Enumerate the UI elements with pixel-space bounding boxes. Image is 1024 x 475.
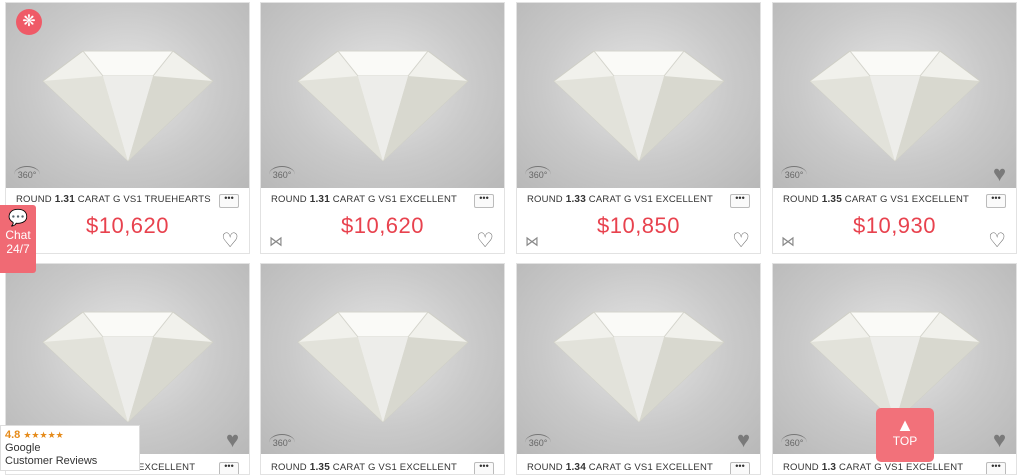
google-reviews-badge[interactable]: 4.8 ★★★★★ Google Customer Reviews <box>0 425 140 471</box>
favorite-heart-icon[interactable]: ♥ <box>226 429 239 451</box>
diamond-image[interactable] <box>261 3 504 188</box>
more-options-button[interactable]: ••• <box>219 194 239 208</box>
product-title: ROUND 1.3 CARAT G VS1 EXCELLENT <box>783 462 964 473</box>
brand-logo: ❋ <box>16 9 42 35</box>
heart-icon[interactable]: ♡ <box>476 231 494 251</box>
more-options-button[interactable]: ••• <box>219 462 239 474</box>
product-card[interactable]: 360° ROUND 1.33 CARAT G VS1 EXCELLENT ••… <box>516 2 761 254</box>
view-360-icon[interactable]: 360° <box>525 166 551 183</box>
diamond-image[interactable] <box>261 264 504 454</box>
review-rating: 4.8 <box>5 429 21 441</box>
heart-icon[interactable]: ♡ <box>988 231 1006 251</box>
product-title: ROUND 1.31 CARAT G VS1 EXCELLENT <box>271 194 458 205</box>
chat-button[interactable]: 💬 Chat 24/7 <box>0 205 36 273</box>
chat-bubble-icon: 💬 <box>8 210 28 227</box>
more-options-button[interactable]: ••• <box>474 462 494 474</box>
top-label: TOP <box>892 434 918 448</box>
diamond-graphic <box>808 50 981 162</box>
diamond-image[interactable]: ♥ <box>517 264 760 454</box>
view-360-icon[interactable]: 360° <box>269 166 295 183</box>
more-options-button[interactable]: ••• <box>730 462 750 474</box>
diamond-graphic <box>296 50 469 162</box>
more-options-button[interactable]: ••• <box>730 194 750 208</box>
product-price: $10,620 <box>340 213 425 238</box>
diamond-graphic <box>552 311 725 423</box>
heart-icon[interactable]: ♡ <box>732 231 750 251</box>
diamond-image[interactable]: ❋ <box>6 3 249 188</box>
product-title: EXCELLENT <box>138 462 196 473</box>
product-card[interactable]: 360° ROUND 1.31 CARAT G VS1 EXCELLENT ••… <box>260 2 505 254</box>
view-360-icon[interactable]: 360° <box>269 434 295 451</box>
view-360-icon[interactable]: 360° <box>525 434 551 451</box>
product-card[interactable]: ❋ 360° ROUND 1.31 CARAT G VS1 TRUEHEARTS… <box>5 2 250 254</box>
diamond-graphic <box>41 311 214 423</box>
view-360-icon[interactable]: 360° <box>14 166 40 183</box>
back-to-top-button[interactable]: ▲ TOP <box>876 408 934 462</box>
product-price: $10,620 <box>85 213 170 238</box>
product-title: ROUND 1.34 CARAT G VS1 EXCELLENT <box>527 462 714 473</box>
favorite-heart-icon[interactable]: ♥ <box>993 163 1006 185</box>
review-source: Google <box>5 442 41 454</box>
more-options-button[interactable]: ••• <box>986 462 1006 474</box>
chat-hours: 24/7 <box>6 242 30 256</box>
diamond-graphic <box>296 311 469 423</box>
product-title: ROUND 1.35 CARAT G VS1 EXCELLENT <box>783 194 970 205</box>
view-360-icon[interactable]: 360° <box>781 166 807 183</box>
diamond-graphic <box>41 50 214 162</box>
diamond-image[interactable] <box>517 3 760 188</box>
favorite-heart-icon[interactable]: ♥ <box>737 429 750 451</box>
diamond-graphic <box>552 50 725 162</box>
more-options-button[interactable]: ••• <box>986 194 1006 208</box>
diamond-image[interactable]: ♥ <box>773 3 1016 188</box>
product-card[interactable]: 360° ROUND 1.35 CARAT G VS1 EXCELLENT ••… <box>260 263 505 475</box>
product-card[interactable]: ♥ 360° ROUND 1.34 CARAT G VS1 EXCELLENT … <box>516 263 761 475</box>
product-title: ROUND 1.31 CARAT G VS1 TRUEHEARTS <box>16 194 211 205</box>
heart-icon[interactable]: ♡ <box>221 231 239 251</box>
favorite-heart-icon[interactable]: ♥ <box>993 429 1006 451</box>
star-rating-icon: ★★★★★ <box>23 430 64 440</box>
review-label: Customer Reviews <box>5 455 98 467</box>
more-options-button[interactable]: ••• <box>474 194 494 208</box>
product-title: ROUND 1.35 CARAT G VS1 EXCELLENT <box>271 462 458 473</box>
chat-label: Chat <box>5 228 31 242</box>
product-price: $10,850 <box>596 213 681 238</box>
product-title: ROUND 1.33 CARAT G VS1 EXCELLENT <box>527 194 714 205</box>
arrow-up-icon: ▲ <box>896 415 914 435</box>
product-card[interactable]: ♥ 360° ROUND 1.35 CARAT G VS1 EXCELLENT … <box>772 2 1017 254</box>
product-price: $10,930 <box>852 213 937 238</box>
view-360-icon[interactable]: 360° <box>781 434 807 451</box>
